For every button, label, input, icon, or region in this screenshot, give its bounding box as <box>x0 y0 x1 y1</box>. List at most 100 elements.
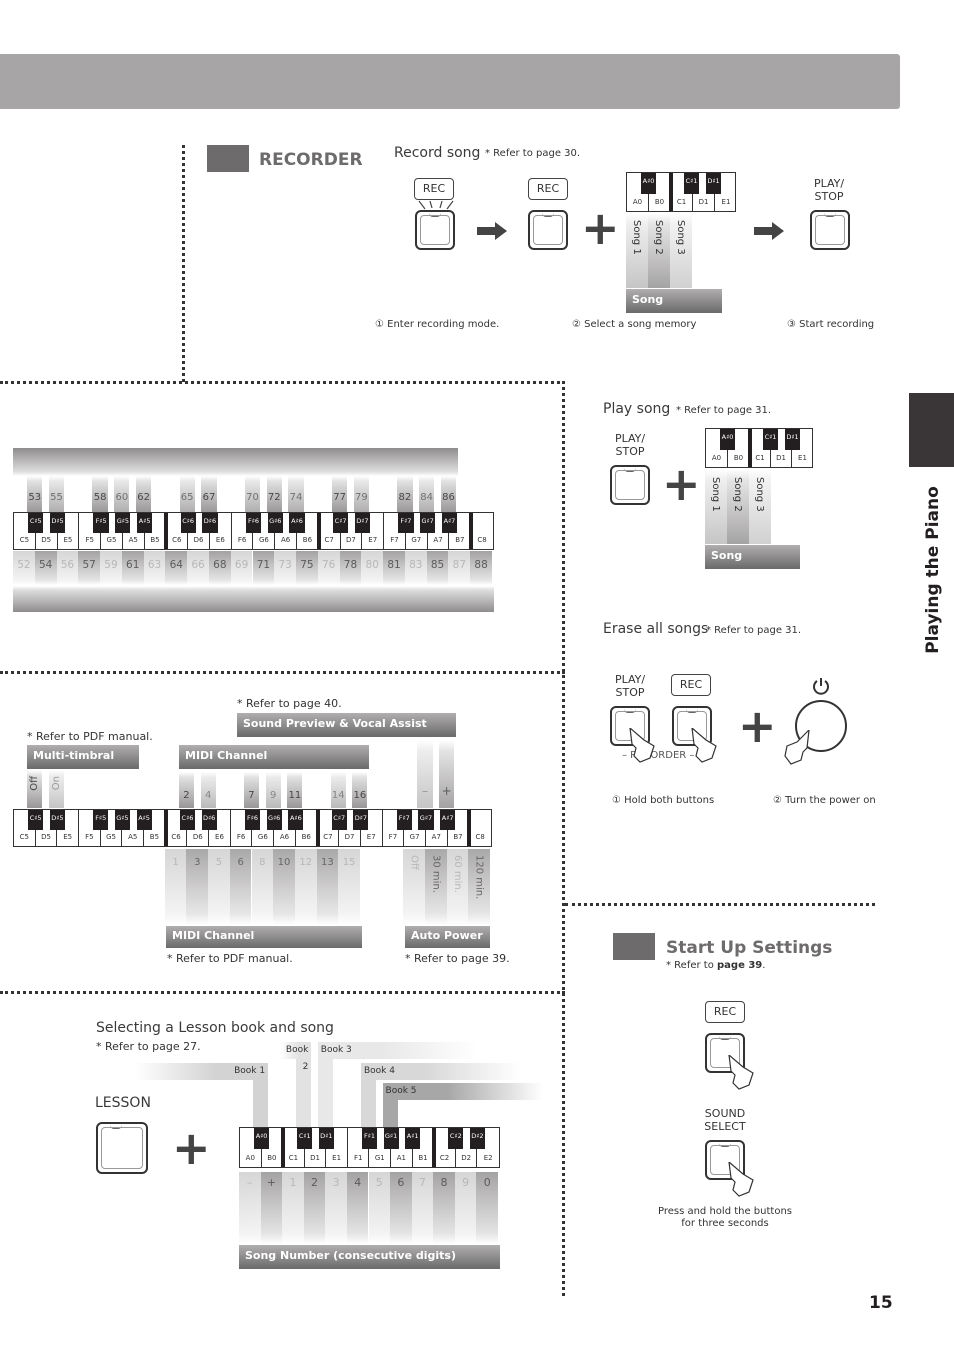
book-label[interactable]: Book 2 <box>280 1042 312 1072</box>
lesson-title: Selecting a Lesson book and song <box>96 1020 334 1036</box>
octave-divider <box>467 810 472 846</box>
rec-button[interactable] <box>528 210 568 250</box>
key-number: 76 <box>317 551 340 585</box>
black-key[interactable]: D♯6 <box>201 810 217 830</box>
black-key[interactable]: F♯6 <box>245 513 262 533</box>
black-key[interactable]: A♯6 <box>288 810 304 830</box>
black-key[interactable]: D♯7 <box>353 810 369 830</box>
black-key[interactable]: C♯7 <box>331 810 347 830</box>
black-key[interactable]: D♯1 <box>706 173 721 194</box>
book-label[interactable]: Book 4 <box>360 1063 521 1080</box>
book-label[interactable]: Book 1 <box>135 1063 269 1080</box>
song-number-value[interactable]: 1 <box>282 1172 304 1244</box>
black-key[interactable]: G♯5 <box>115 513 131 533</box>
song-number-value[interactable]: – <box>239 1172 261 1244</box>
auto-power-off-label: Auto Power Off <box>405 926 490 962</box>
black-key[interactable]: F♯6 <box>244 810 261 830</box>
erase-step-2-caption: ② Turn the power on <box>773 795 876 806</box>
key-number-bottom-bar <box>13 586 494 612</box>
black-key[interactable]: D♯6 <box>202 513 218 533</box>
black-key[interactable]: C♯7 <box>332 513 349 533</box>
song-number-value[interactable]: 5 <box>368 1172 391 1244</box>
black-key[interactable]: G♯1 <box>383 1128 399 1150</box>
midi-channel-value: 13 <box>316 849 339 925</box>
book-label[interactable]: Book 5 <box>382 1083 543 1100</box>
song-number-value[interactable]: 7 <box>411 1172 434 1244</box>
midi-channel-value: 5 <box>208 849 230 925</box>
white-key[interactable]: C8 <box>471 513 493 549</box>
song-3-label: Song 3 <box>675 220 686 255</box>
lesson-button[interactable] <box>96 1122 148 1174</box>
auto-power-value: 60 min. <box>446 849 469 925</box>
play-song-ref: * Refer to page 31. <box>676 405 772 416</box>
black-key[interactable]: A♯0 <box>720 429 735 450</box>
song-selection-label: Song Selection <box>705 545 800 584</box>
key-number: 86 <box>440 476 457 512</box>
black-key[interactable]: A♯0 <box>254 1128 270 1150</box>
auto-power-value: 30 min. <box>424 849 447 925</box>
black-key[interactable]: D♯1 <box>318 1128 334 1150</box>
black-key[interactable]: C♯2 <box>448 1128 464 1150</box>
book-stem <box>317 1058 333 1127</box>
black-key[interactable]: G♯7 <box>420 513 436 533</box>
black-key[interactable]: C♯1 <box>763 429 778 450</box>
play-stop-button[interactable] <box>610 465 650 505</box>
volume-value[interactable]: – <box>417 740 433 808</box>
side-tab-marker <box>909 393 954 467</box>
divider-horizontal-startup <box>565 903 875 906</box>
black-key[interactable]: C♯1 <box>297 1128 313 1150</box>
song-number-value[interactable]: 2 <box>303 1172 326 1244</box>
song-number-value[interactable]: 6 <box>390 1172 412 1244</box>
black-key[interactable]: G♯7 <box>418 810 434 830</box>
volume-value[interactable]: + <box>439 740 455 808</box>
black-key[interactable]: C♯5 <box>28 810 44 830</box>
black-key[interactable]: G♯6 <box>266 810 282 830</box>
startup-caption-2: for three seconds <box>681 1218 769 1229</box>
black-key[interactable]: D♯1 <box>785 429 800 450</box>
black-key[interactable]: G♯5 <box>114 810 130 830</box>
black-key[interactable]: A♯7 <box>440 810 456 830</box>
black-key[interactable]: A♯7 <box>441 513 458 533</box>
black-key[interactable]: F♯1 <box>361 1128 378 1150</box>
rec-label: REC <box>414 178 454 200</box>
white-key[interactable]: C8 <box>469 810 491 846</box>
rec-button-blinking[interactable] <box>415 210 455 250</box>
black-key[interactable]: C♯1 <box>684 173 699 194</box>
song-number-value[interactable]: 3 <box>325 1172 347 1244</box>
key-number: 58 <box>92 476 108 512</box>
black-key[interactable]: F♯7 <box>398 513 414 533</box>
song-number-value[interactable]: 8 <box>433 1172 455 1244</box>
erase-songs-title: Erase all songs <box>603 621 709 637</box>
midi-channel-value: 9 <box>265 772 281 808</box>
black-key[interactable]: C♯6 <box>180 513 196 533</box>
play-stop-label: PLAY/ STOP <box>614 432 646 458</box>
key-number: 52 <box>13 551 35 585</box>
song-number-value[interactable]: 0 <box>476 1172 498 1244</box>
black-key[interactable]: D♯5 <box>49 810 65 830</box>
song-number-value[interactable]: 9 <box>454 1172 477 1244</box>
key-number: 55 <box>48 476 65 512</box>
auto-power-text: 60 min. <box>451 855 463 893</box>
black-key[interactable]: F♯5 <box>93 513 109 533</box>
arrow-right-icon <box>477 222 507 240</box>
finger-press-icon <box>728 1055 754 1090</box>
black-key[interactable]: G♯6 <box>267 513 283 533</box>
black-key[interactable]: A♯6 <box>289 513 305 533</box>
black-key[interactable]: D♯5 <box>49 513 66 533</box>
song-number-value[interactable]: + <box>260 1172 283 1244</box>
black-key[interactable]: F♯7 <box>396 810 412 830</box>
book-label[interactable]: Book 3 <box>317 1042 478 1059</box>
key-number: 73 <box>274 551 297 585</box>
black-key[interactable]: C♯5 <box>28 513 44 533</box>
black-key[interactable]: A♯0 <box>641 173 656 194</box>
play-stop-button[interactable] <box>810 210 850 250</box>
song-number-value[interactable]: 4 <box>346 1172 369 1244</box>
black-key[interactable]: C♯6 <box>179 810 196 830</box>
black-key[interactable]: F♯5 <box>93 810 109 830</box>
black-key[interactable]: A♯5 <box>136 810 152 830</box>
black-key[interactable]: A♯1 <box>405 1128 421 1150</box>
black-key[interactable]: D♯2 <box>469 1128 485 1150</box>
black-key[interactable]: D♯7 <box>354 513 370 533</box>
midi-channel-value: 3 <box>186 849 209 925</box>
black-key[interactable]: A♯5 <box>137 513 153 533</box>
